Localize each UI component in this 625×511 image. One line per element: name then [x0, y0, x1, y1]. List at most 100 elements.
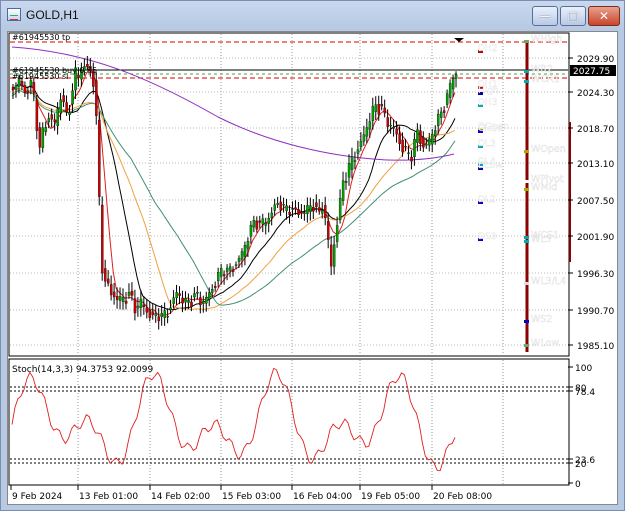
- candle-body: [133, 298, 137, 314]
- time-axis-label: 9 Feb 2024: [12, 492, 63, 502]
- candle-body: [350, 156, 354, 170]
- candle-body: [222, 274, 226, 276]
- candle-body: [344, 181, 348, 183]
- weekly-level-label: WS2: [531, 314, 552, 325]
- candle-body: [246, 240, 250, 249]
- candle-body: [199, 297, 202, 306]
- candle-body: [217, 272, 220, 282]
- candle-body: [41, 127, 45, 148]
- candle-body: [410, 156, 413, 162]
- weekly-level-marker: [524, 320, 529, 323]
- candle-body: [172, 297, 175, 304]
- candle-body: [53, 119, 56, 122]
- candle-body: [106, 278, 110, 284]
- chart-window-icon: [7, 8, 21, 21]
- daily-pivot-label: DLow: [478, 161, 503, 171]
- weekly-level-marker: [524, 150, 529, 153]
- candle-body: [184, 298, 187, 303]
- candle-body: [422, 137, 425, 148]
- candle-body: [303, 212, 306, 214]
- candle-body: [68, 112, 71, 115]
- time-axis-label: 15 Feb 03:00: [222, 492, 281, 502]
- candle-body: [228, 266, 232, 271]
- candle-body: [297, 209, 300, 215]
- candle-body: [294, 207, 297, 210]
- candle-body: [413, 138, 416, 158]
- candle-body: [359, 140, 363, 148]
- candle-body: [109, 284, 113, 296]
- time-axis-label: 13 Feb 01:00: [79, 492, 138, 502]
- weekly-level-marker: [524, 236, 529, 239]
- candle-body: [38, 127, 42, 148]
- stoch-label: Stoch(14,3,3) 94.3753 92.0099: [12, 365, 153, 375]
- candle-body: [193, 293, 196, 298]
- chart-canvas[interactable]: 2029.90 2024.30 2018.70 2013.10 2007.50 2001.…: [8, 32, 617, 504]
- stoch-panel: [8, 358, 570, 486]
- stoch-tick-label: 100: [575, 364, 592, 374]
- candle-body: [11, 86, 15, 91]
- candle-body: [327, 221, 330, 240]
- candle-body: [383, 107, 387, 114]
- candle-body: [234, 264, 238, 266]
- maximize-button[interactable]: □: [560, 6, 586, 26]
- maximize-icon: □: [567, 9, 579, 23]
- stoch-tick-label: 0: [575, 480, 581, 490]
- daily-pivot-label: DS3: [478, 232, 496, 242]
- candle-body: [431, 134, 434, 145]
- time-axis-label: 19 Feb 05:00: [361, 492, 420, 502]
- candle-body: [243, 245, 247, 257]
- candle-body: [249, 224, 253, 237]
- candle-body: [389, 124, 392, 127]
- candle-body: [175, 292, 178, 299]
- candle-body: [324, 205, 327, 219]
- candle-body: [160, 313, 164, 317]
- candle-body: [157, 316, 161, 322]
- candle-body: [407, 152, 410, 154]
- candle-body: [59, 99, 62, 114]
- candle-body: [321, 210, 324, 214]
- candle-body: [448, 83, 452, 98]
- candle-body: [225, 267, 229, 272]
- weekly-level-label: WL3/L4: [531, 276, 566, 287]
- weekly-level-marker: [524, 282, 529, 285]
- candle-body: [240, 251, 244, 260]
- daily-pivot-label: DL2: [478, 195, 496, 205]
- candle-body: [115, 296, 119, 301]
- weekly-level-marker: [524, 40, 529, 43]
- candle-body: [392, 127, 395, 129]
- weekly-level-label: WL3: [531, 234, 552, 245]
- candle-body: [163, 310, 166, 318]
- price-tick-label: 2029.90: [577, 55, 614, 65]
- candle-body: [404, 146, 407, 148]
- candle-body: [237, 258, 241, 262]
- chart-area[interactable]: 2029.90 2024.30 2018.70 2013.10 2007.50 2001.…: [7, 31, 618, 505]
- window-title: GOLD,H1: [26, 8, 79, 22]
- candle-body: [20, 81, 24, 86]
- candle-body: [118, 296, 122, 301]
- candle-body: [315, 202, 318, 207]
- stoch-tick-label: 78.4: [575, 388, 595, 398]
- daily-pivot-label: DH2: [478, 44, 497, 54]
- candle-body: [282, 204, 285, 206]
- candle-body: [300, 211, 303, 214]
- stoch-tick-label: 20: [575, 460, 587, 470]
- candle-body: [29, 80, 33, 87]
- minimize-icon: —: [539, 9, 551, 23]
- title-bar[interactable]: GOLD,H1 — □ ✕: [1, 1, 624, 31]
- close-button[interactable]: ✕: [588, 6, 620, 26]
- candle-body: [347, 163, 351, 178]
- weekly-level-marker: [524, 344, 529, 347]
- candle-body: [273, 204, 277, 211]
- minimize-button[interactable]: —: [532, 6, 558, 26]
- candle-body: [26, 90, 30, 94]
- candle-body: [139, 298, 143, 308]
- candle-body: [196, 292, 199, 294]
- candle-body: [371, 106, 375, 121]
- candle-body: [312, 207, 315, 212]
- candle-body: [148, 309, 152, 318]
- weekly-level-marker: [524, 70, 529, 73]
- candle-body: [291, 208, 294, 210]
- candle-body: [374, 104, 378, 112]
- time-axis-label: 14 Feb 02:00: [151, 492, 210, 502]
- price-tick-label: 2001.90: [577, 233, 614, 243]
